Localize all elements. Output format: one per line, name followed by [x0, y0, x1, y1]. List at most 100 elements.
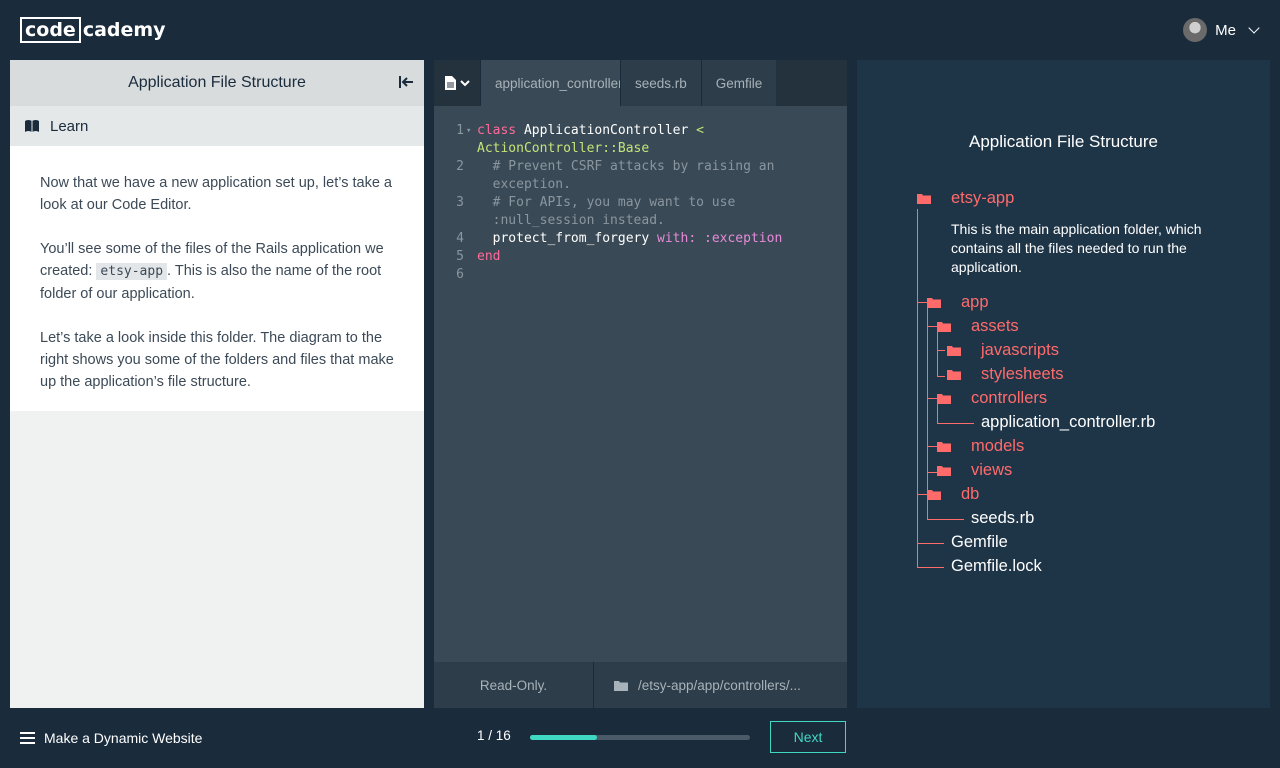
method-token: protect_from_forgery [477, 231, 658, 246]
file-tree: etsy-app This is the main application fo… [857, 60, 1270, 708]
symbol-token: :exception [704, 231, 783, 246]
comment-token: # For APIs, you may want to use :null_se… [492, 195, 736, 228]
tree-folder-javascripts: javascripts [981, 341, 1059, 359]
tree-folder-models: models [971, 437, 1025, 455]
fold-gutter [466, 266, 477, 284]
tree-line [927, 500, 928, 520]
lesson-title: Application File Structure [128, 74, 306, 91]
folder-icon [927, 490, 941, 500]
folder-icon [937, 442, 951, 452]
tree-line [927, 308, 928, 496]
editor-footer: Read-Only. /etsy-app/app/controllers/... [434, 662, 847, 708]
keyword-token: end [477, 249, 501, 264]
book-icon [25, 120, 39, 132]
chevron-down-icon [459, 80, 470, 87]
code-editor: application_controller.rb seeds.rb Gemfi… [434, 60, 847, 708]
tree-line [927, 326, 937, 327]
tab-learn[interactable]: Learn [10, 106, 424, 146]
tree-line [917, 302, 927, 303]
course-menu-button[interactable]: Make a Dynamic Website [20, 730, 202, 746]
editor-tabs: application_controller.rb seeds.rb Gemfi… [434, 60, 847, 106]
codecademy-logo[interactable]: code cademy [20, 17, 166, 43]
tree-file-seeds: seeds.rb [971, 509, 1035, 527]
tree-line [927, 519, 964, 520]
fold-gutter [466, 248, 477, 266]
lesson-paragraph-3: Let’s take a look inside this folder. Th… [40, 330, 394, 390]
file-icon [444, 76, 456, 90]
lesson-header: Application File Structure [10, 60, 424, 106]
folder-icon [927, 298, 941, 308]
file-structure-diagram: Application File Structure etsy-app This… [857, 60, 1270, 708]
lesson-content: Now that we have a new application set u… [10, 146, 424, 411]
tab-application-controller[interactable]: application_controller.rb [480, 60, 620, 106]
hamburger-icon [20, 732, 35, 744]
file-path[interactable]: /etsy-app/app/controllers/... [594, 662, 847, 708]
progress-bar-fill [530, 735, 598, 740]
tree-file-gemfile: Gemfile [951, 533, 1008, 551]
progress-bar [530, 735, 750, 740]
superclass-token: ActionController::Base [477, 141, 650, 156]
tree-line [927, 398, 937, 399]
tree-folder-controllers: controllers [971, 389, 1048, 407]
tree-line [917, 209, 918, 567]
code-line: 4 protect_from_forgery with: :exception [434, 230, 847, 248]
folder-icon [917, 194, 931, 204]
line-content: protect_from_forgery with: :exception [477, 230, 807, 248]
learn-tab-label: Learn [50, 117, 89, 135]
tab-gemfile[interactable]: Gemfile [700, 60, 777, 106]
line-number: 5 [456, 249, 464, 264]
tree-line [917, 567, 944, 568]
logo-rest-text: cademy [82, 19, 166, 41]
class-name-token: ApplicationController [516, 123, 697, 138]
progress-counter: 1 / 16 [477, 728, 511, 743]
tree-line [937, 404, 938, 424]
root-folder-description: This is the main application folder, whi… [951, 221, 1202, 275]
folder-icon [937, 322, 951, 332]
folder-icon [614, 680, 628, 691]
code-area[interactable]: 1 ▾ class ApplicationController < Action… [434, 106, 847, 284]
tree-folder-db: db [961, 485, 980, 503]
tree-line [937, 350, 945, 351]
tree-line [937, 376, 945, 377]
code-line: 1 ▾ class ApplicationController < Action… [434, 122, 847, 158]
tree-file-application-controller: application_controller.rb [981, 413, 1156, 431]
line-number: 3 [456, 195, 464, 210]
keyword-token: class [477, 123, 517, 138]
user-menu[interactable]: Me [1183, 18, 1260, 42]
tree-line [917, 543, 944, 544]
folder-icon [937, 466, 951, 476]
tree-line [937, 332, 938, 376]
collapse-panel-icon[interactable] [398, 75, 414, 89]
keyword-arg-token: with: [657, 231, 704, 246]
line-content: class ApplicationController < ActionCont… [477, 122, 807, 158]
tree-line [927, 472, 937, 473]
tree-line [937, 423, 974, 424]
top-bar: code cademy Me [0, 0, 1280, 60]
fold-arrow-icon[interactable]: ▾ [466, 122, 477, 158]
fold-gutter [466, 194, 477, 230]
tree-line [917, 494, 927, 495]
folder-icon [937, 394, 951, 404]
tree-folder-views: views [971, 461, 1013, 479]
code-line: 5 end [434, 248, 847, 266]
inline-code: etsy-app [96, 263, 168, 280]
user-label[interactable]: Me [1215, 22, 1236, 39]
next-button[interactable]: Next [770, 721, 846, 753]
line-number: 6 [456, 267, 464, 282]
lesson-panel: Application File Structure Learn Now tha… [10, 60, 424, 708]
logo-box-text: code [20, 17, 81, 43]
tree-folder-etsy-app: etsy-app [951, 189, 1015, 207]
tree-line [927, 446, 937, 447]
avatar[interactable] [1183, 18, 1208, 42]
chevron-down-icon[interactable] [1248, 22, 1260, 34]
bottom-bar: Make a Dynamic Website 1 / 16 Next [0, 708, 1280, 768]
file-menu-button[interactable] [434, 60, 480, 106]
operator-token: < [696, 123, 704, 138]
folder-icon [947, 370, 961, 380]
course-title: Make a Dynamic Website [44, 730, 203, 746]
fold-gutter [466, 230, 477, 248]
tree-folder-assets: assets [971, 317, 1019, 335]
tab-seeds[interactable]: seeds.rb [620, 60, 701, 106]
tree-folder-stylesheets: stylesheets [981, 365, 1064, 383]
lesson-paragraph-1: Now that we have a new application set u… [40, 175, 392, 213]
